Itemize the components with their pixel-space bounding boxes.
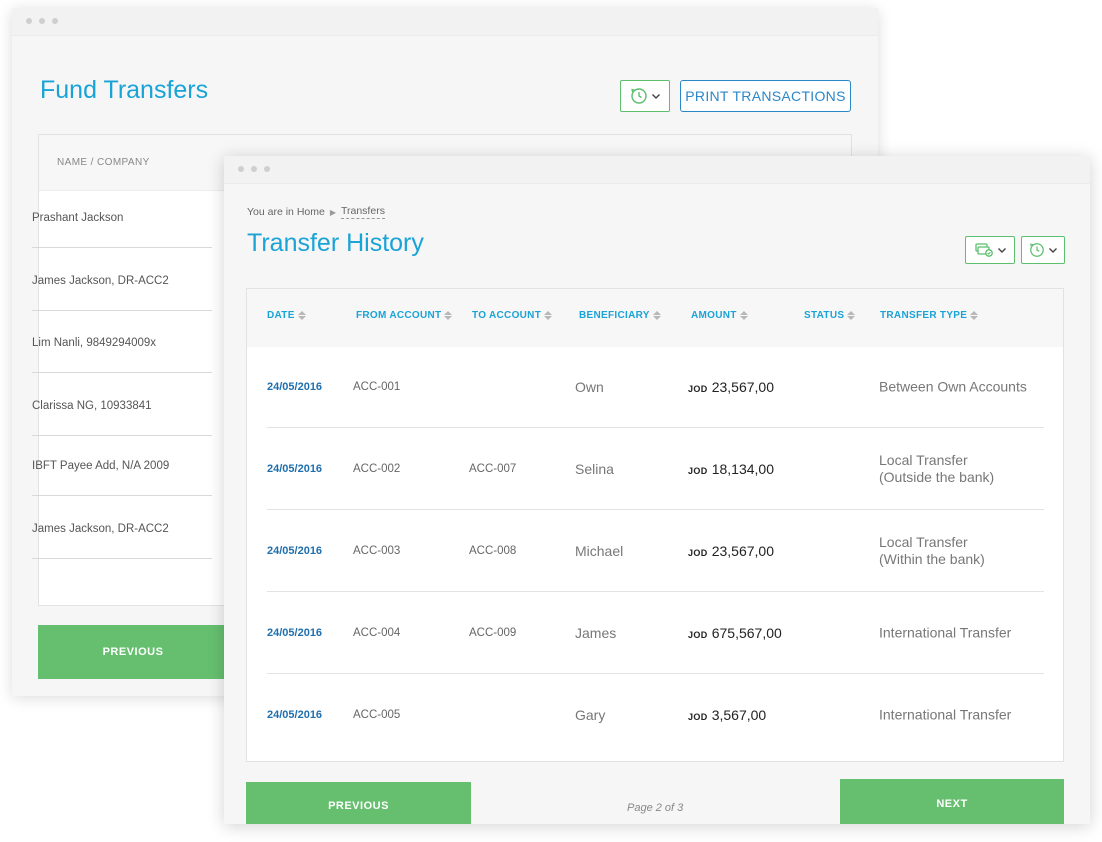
transfer-date-link[interactable]: 24/05/2016 bbox=[267, 627, 322, 639]
table-row[interactable]: 24/05/2016 ACC-001 Own JOD 23,567,00 Betw… bbox=[267, 346, 1044, 428]
history-dropdown-button[interactable] bbox=[620, 80, 670, 112]
table-row[interactable]: 24/05/2016 ACC-005 Gary JOD 3,567,00 Inte… bbox=[267, 674, 1044, 756]
transfer-type: Local Transfer (Outside the bank) bbox=[879, 451, 995, 485]
card-stack-icon bbox=[974, 243, 993, 257]
column-header-from-account[interactable]: FROM ACCOUNT bbox=[356, 310, 453, 321]
from-account: ACC-002 bbox=[353, 462, 401, 475]
amount-value: 18,134,00 bbox=[711, 460, 775, 477]
transfer-date-link[interactable]: 24/05/2016 bbox=[267, 545, 322, 557]
column-header-to-account[interactable]: TO ACCOUNT bbox=[472, 310, 553, 321]
currency: JOD bbox=[688, 712, 708, 722]
page-title: Fund Transfers bbox=[40, 76, 209, 104]
page-indicator: Page 2 of 3 bbox=[627, 802, 684, 814]
list-item[interactable]: IBFT Payee Add, N/A 2009 bbox=[32, 460, 212, 496]
table-row[interactable]: 24/05/2016 ACC-003 ACC-008 Michael JOD 23… bbox=[267, 510, 1044, 592]
transfer-type: International Transfer bbox=[879, 706, 1012, 723]
from-account: ACC-001 bbox=[353, 380, 401, 393]
currency: JOD bbox=[688, 629, 708, 640]
sort-arrows-icon[interactable] bbox=[847, 311, 856, 320]
list-item[interactable]: Clarissa NG, 10933841 bbox=[32, 400, 212, 436]
currency: JOD bbox=[688, 383, 708, 394]
list-item[interactable]: James Jackson, DR-ACC2 bbox=[32, 275, 212, 311]
beneficiary: Gary bbox=[575, 707, 606, 723]
window-titlebar bbox=[224, 156, 1090, 184]
breadcrumb: You are in Home ▶ Transfers bbox=[247, 205, 385, 219]
print-transactions-button[interactable]: PRINT TRANSACTIONS bbox=[680, 80, 851, 112]
sort-arrows-icon[interactable] bbox=[652, 311, 661, 320]
from-account: ACC-003 bbox=[353, 544, 401, 557]
amount-value: 23,567,00 bbox=[711, 378, 775, 395]
table-row[interactable]: 24/05/2016 ACC-004 ACC-009 James JOD 675,… bbox=[267, 592, 1044, 674]
to-account: ACC-009 bbox=[469, 626, 517, 639]
history-dropdown-button[interactable] bbox=[1021, 236, 1065, 264]
beneficiary: Selina bbox=[575, 460, 614, 477]
currency: JOD bbox=[688, 547, 708, 558]
from-account: ACC-005 bbox=[353, 709, 401, 721]
amount-value: 23,567,00 bbox=[711, 542, 775, 559]
chevron-down-icon bbox=[997, 248, 1006, 253]
table-row[interactable]: 24/05/2016 ACC-002 ACC-007 Selina JOD 18,… bbox=[267, 428, 1044, 510]
to-account: ACC-007 bbox=[469, 462, 517, 475]
column-header-amount[interactable]: AMOUNT bbox=[691, 310, 748, 321]
amount-value: 675,567,00 bbox=[711, 624, 782, 641]
beneficiary: Own bbox=[575, 378, 604, 395]
transfer-type: Between Own Accounts bbox=[879, 378, 1027, 394]
window-controls[interactable] bbox=[238, 166, 270, 172]
column-header-status[interactable]: STATUS bbox=[804, 310, 856, 321]
table-header: DATE FROM ACCOUNT TO ACCOUNT BENEFICIARY… bbox=[247, 289, 1063, 347]
transfer-history-table: DATE FROM ACCOUNT TO ACCOUNT BENEFICIARY… bbox=[246, 288, 1064, 762]
list-item[interactable]: James Jackson, DR-ACC2 bbox=[32, 523, 212, 559]
sort-arrows-icon[interactable] bbox=[297, 311, 306, 320]
sort-arrows-icon[interactable] bbox=[739, 311, 748, 320]
list-item[interactable]: Lim Nanli, 9849294009x bbox=[32, 337, 212, 373]
amount: JOD 23,567,00 bbox=[688, 379, 774, 395]
transfer-date-link[interactable]: 24/05/2016 bbox=[267, 381, 322, 393]
next-button[interactable]: NEXT bbox=[840, 779, 1064, 824]
column-header-beneficiary[interactable]: BENEFICIARY bbox=[579, 310, 661, 321]
previous-button[interactable]: PREVIOUS bbox=[38, 625, 228, 679]
beneficiary: Michael bbox=[575, 542, 624, 559]
amount: JOD 18,134,00 bbox=[688, 461, 774, 477]
clock-history-icon bbox=[630, 88, 647, 104]
to-account: ACC-008 bbox=[469, 544, 517, 557]
column-header-date[interactable]: DATE bbox=[267, 310, 306, 321]
column-header-transfer-type[interactable]: TRANSFER TYPE bbox=[880, 310, 979, 321]
from-account: ACC-004 bbox=[353, 626, 401, 639]
transfer-type: International Transfer bbox=[879, 624, 1012, 640]
sort-arrows-icon[interactable] bbox=[444, 311, 453, 320]
breadcrumb-home[interactable]: You are in Home bbox=[247, 206, 325, 218]
sort-arrows-icon[interactable] bbox=[970, 311, 979, 320]
amount: JOD 23,567,00 bbox=[688, 543, 774, 559]
amount-value: 3,567,00 bbox=[711, 707, 767, 723]
breadcrumb-separator-icon: ▶ bbox=[329, 207, 336, 217]
window-controls[interactable] bbox=[26, 18, 58, 24]
amount: JOD 3,567,00 bbox=[688, 707, 766, 723]
transfer-type: Local Transfer (Within the bank) bbox=[879, 533, 985, 567]
beneficiary: James bbox=[575, 624, 617, 641]
currency: JOD bbox=[688, 465, 708, 476]
chevron-down-icon bbox=[651, 94, 660, 99]
chevron-down-icon bbox=[1048, 248, 1057, 253]
cards-dropdown-button[interactable] bbox=[965, 236, 1015, 264]
breadcrumb-current[interactable]: Transfers bbox=[340, 205, 385, 219]
window-titlebar bbox=[12, 8, 878, 36]
transfer-date-link[interactable]: 24/05/2016 bbox=[267, 709, 322, 721]
amount: JOD 675,567,00 bbox=[688, 625, 782, 641]
page-title: Transfer History bbox=[247, 229, 424, 257]
column-header-name-company: NAME / COMPANY bbox=[57, 157, 150, 168]
sort-arrows-icon[interactable] bbox=[544, 311, 553, 320]
clock-history-icon bbox=[1029, 243, 1044, 257]
transfer-date-link[interactable]: 24/05/2016 bbox=[267, 463, 322, 475]
list-item[interactable]: Prashant Jackson bbox=[32, 212, 212, 248]
previous-button[interactable]: PREVIOUS bbox=[246, 782, 471, 824]
transfer-history-window: You are in Home ▶ Transfers Transfer His… bbox=[224, 156, 1090, 824]
